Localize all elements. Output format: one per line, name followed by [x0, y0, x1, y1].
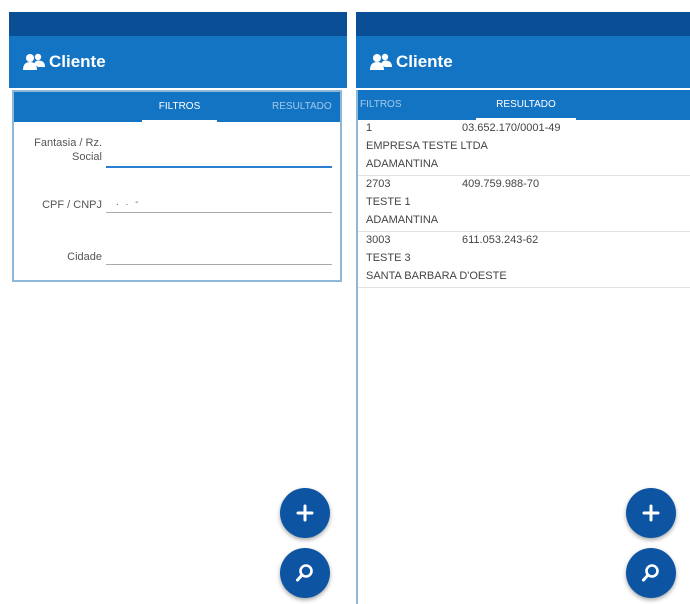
filters-panel: FILTROS RESULTADO Fantasia / Rz. Social …	[12, 90, 342, 282]
city-field-label: Cidade	[67, 251, 102, 263]
city-field[interactable]	[106, 248, 332, 265]
client-name: TESTE 3	[366, 252, 411, 264]
add-button[interactable]	[280, 488, 330, 538]
plus-icon	[296, 504, 314, 522]
tab-filtros[interactable]: FILTROS	[142, 92, 217, 122]
client-name: TESTE 1	[366, 196, 411, 208]
app-title: Cliente	[396, 52, 453, 71]
client-id: 1	[366, 122, 373, 134]
app-title: Cliente	[49, 52, 106, 71]
city-field-row: Cidade	[18, 248, 336, 272]
status-bar	[9, 12, 347, 36]
tab-resultado-label: RESULTADO	[272, 101, 332, 112]
app-bar: Cliente	[356, 36, 690, 88]
tab-resultado-label: RESULTADO	[496, 99, 556, 110]
search-icon	[641, 563, 661, 583]
cpf-mask: . . -	[116, 197, 141, 208]
search-icon	[295, 563, 315, 583]
tab-resultado[interactable]: RESULTADO	[272, 92, 332, 122]
results-screen: Cliente FILTROS RESULTADO 1 03.652.170/0…	[356, 12, 690, 604]
tab-indicator	[142, 120, 217, 122]
tab-bar: FILTROS RESULTADO	[358, 90, 690, 120]
tab-resultado[interactable]: RESULTADO	[476, 90, 576, 120]
cpf-field-row: CPF / CNPJ . . -	[18, 196, 336, 220]
users-icon	[23, 53, 45, 71]
name-field-label: Fantasia / Rz. Social	[34, 137, 102, 163]
tab-bar: FILTROS RESULTADO	[14, 92, 340, 122]
cpf-field[interactable]: . . -	[106, 196, 332, 213]
list-item[interactable]: 1 03.652.170/0001-49 EMPRESA TESTE LTDA …	[358, 120, 690, 176]
name-field-row: Fantasia / Rz. Social	[18, 136, 336, 170]
client-document: 409.759.988-70	[462, 178, 540, 190]
filters-screen: Cliente FILTROS RESULTADO Fantasia / Rz.…	[9, 12, 347, 604]
users-icon	[370, 53, 392, 71]
client-city: ADAMANTINA	[366, 158, 439, 170]
client-id: 2703	[366, 178, 391, 190]
status-bar	[356, 12, 690, 36]
name-field[interactable]	[106, 150, 332, 168]
tab-filtros[interactable]: FILTROS	[360, 90, 401, 120]
list-item[interactable]: 3003 611.053.243-62 TESTE 3 SANTA BARBAR…	[358, 232, 690, 288]
list-item[interactable]: 2703 409.759.988-70 TESTE 1 ADAMANTINA	[358, 176, 690, 232]
client-name: EMPRESA TESTE LTDA	[366, 140, 488, 152]
app-bar: Cliente	[9, 36, 347, 88]
tab-filtros-label: FILTROS	[360, 99, 402, 110]
client-document: 611.053.243-62	[462, 234, 539, 246]
search-button[interactable]	[280, 548, 330, 598]
plus-icon	[642, 504, 660, 522]
tab-filtros-label: FILTROS	[158, 101, 201, 112]
search-button[interactable]	[626, 548, 676, 598]
client-city: SANTA BARBARA D'OESTE	[366, 270, 507, 282]
add-button[interactable]	[626, 488, 676, 538]
client-document: 03.652.170/0001-49	[462, 122, 561, 134]
client-id: 3003	[366, 234, 391, 246]
cpf-field-label: CPF / CNPJ	[42, 199, 102, 211]
client-city: ADAMANTINA	[366, 214, 439, 226]
